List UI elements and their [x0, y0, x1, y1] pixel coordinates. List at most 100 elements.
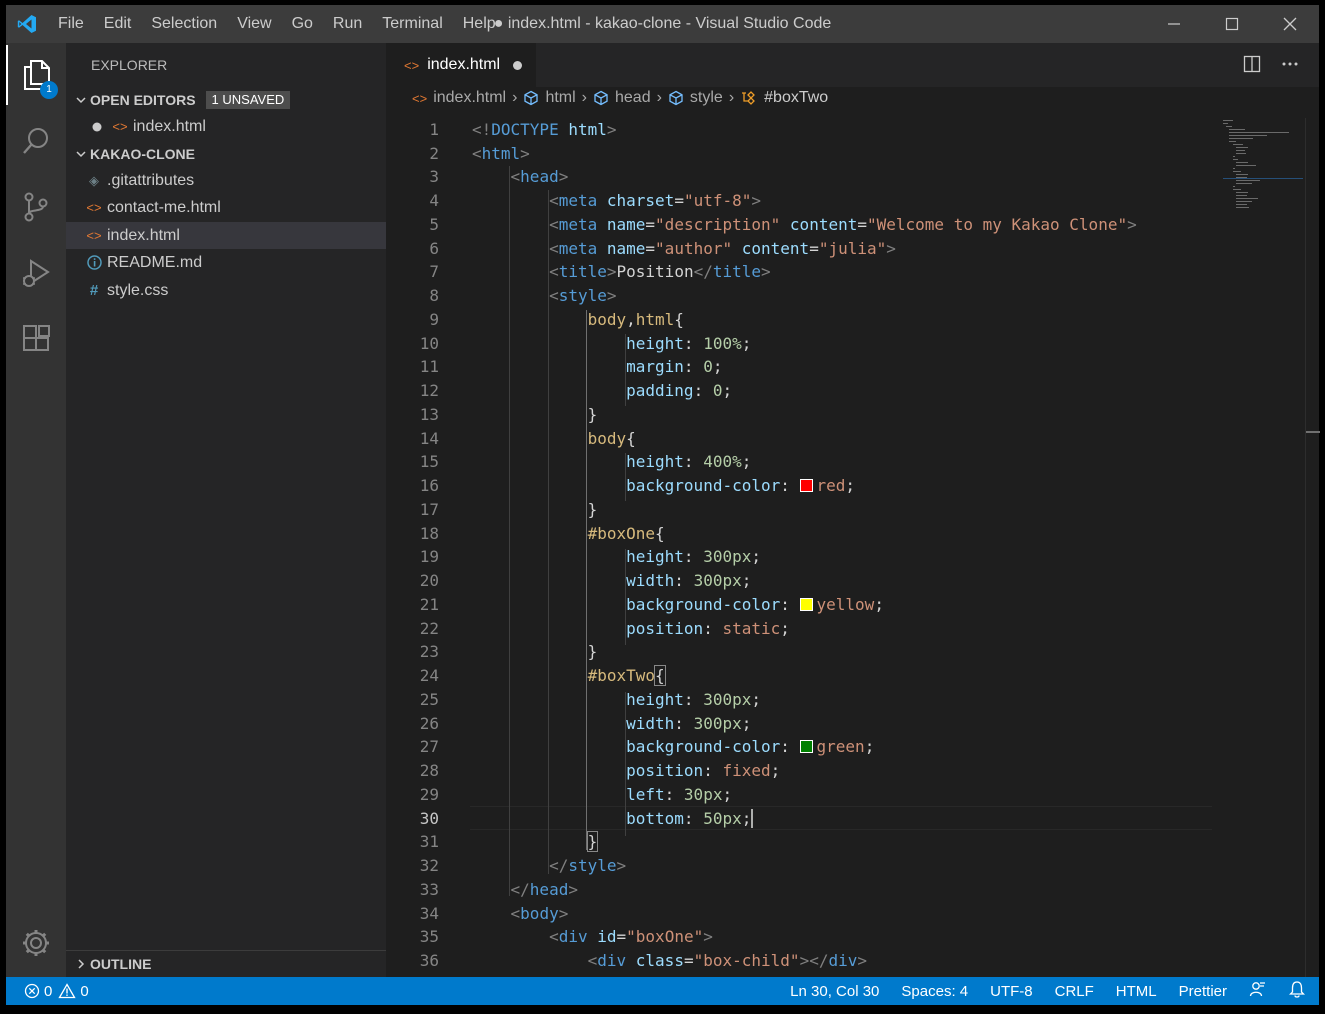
close-button[interactable] — [1261, 5, 1319, 43]
file-item[interactable]: <> contact-me.html — [66, 194, 386, 222]
breadcrumb-label: head — [615, 89, 651, 106]
file-item-selected[interactable]: <> index.html — [66, 221, 386, 249]
editor-area: <> index.html <> index.html › html › hea… — [386, 43, 1320, 978]
status-bar: 0 0 Ln 30, Col 30 Spaces: 4 UTF-8 CRLF H… — [6, 977, 1319, 1005]
menu-selection[interactable]: Selection — [141, 5, 227, 43]
color-swatch-red[interactable] — [799, 479, 813, 492]
line-number: 26 — [419, 714, 439, 733]
code-line: background-color: green; — [626, 737, 875, 756]
chevron-right-icon: › — [512, 89, 518, 106]
line-number: 12 — [419, 381, 439, 400]
code-line: } — [586, 831, 599, 852]
code-line: </head> — [510, 880, 578, 899]
cursor-position[interactable]: Ln 30, Col 30 — [790, 983, 879, 1000]
notifications-bell-icon[interactable] — [1288, 980, 1306, 1002]
menu-file[interactable]: File — [48, 5, 94, 43]
open-editors-header[interactable]: OPEN EDITORS 1 UNSAVED — [66, 87, 386, 113]
manage-activity[interactable] — [6, 913, 66, 973]
code-line: <meta name="author" content="julia"> — [549, 239, 896, 258]
more-actions-icon[interactable] — [1281, 55, 1299, 76]
code-line: <body> — [510, 904, 569, 923]
file-item[interactable]: # style.css — [66, 277, 386, 305]
line-number: 28 — [419, 761, 439, 780]
unsaved-dot-icon[interactable] — [513, 61, 522, 70]
feedback-icon[interactable] — [1249, 980, 1267, 1002]
indentation[interactable]: Spaces: 4 — [901, 983, 968, 1000]
extensions-icon — [23, 325, 50, 351]
run-debug-activity[interactable] — [6, 243, 66, 303]
encoding[interactable]: UTF-8 — [990, 983, 1033, 1000]
minimize-icon — [1168, 23, 1180, 25]
code-line: } — [472, 642, 598, 661]
line-number: 23 — [419, 642, 439, 661]
chevron-right-icon — [72, 958, 90, 970]
explorer-activity[interactable]: 1 — [6, 45, 66, 105]
tab-label: index.html — [427, 56, 501, 73]
code-line: position: fixed; — [626, 761, 781, 780]
line-number: 35 — [419, 927, 439, 946]
search-activity[interactable] — [6, 111, 66, 171]
color-swatch-yellow[interactable] — [799, 598, 813, 611]
code-line: background-color: yellow; — [626, 595, 884, 614]
breadcrumb-item[interactable]: <> index.html — [412, 89, 506, 107]
menu-help[interactable]: Help — [453, 5, 506, 43]
outline-header[interactable]: OUTLINE — [66, 951, 386, 977]
line-number: 9 — [429, 310, 439, 329]
extensions-activity[interactable] — [6, 309, 66, 369]
unsaved-dot-icon[interactable] — [92, 122, 104, 132]
menu-edit[interactable]: Edit — [94, 5, 142, 43]
project-header[interactable]: KAKAO-CLONE — [66, 141, 386, 167]
warning-count: 0 — [80, 982, 89, 1000]
open-editor-item[interactable]: <> index.html — [66, 113, 386, 141]
line-number: 22 — [419, 619, 439, 638]
file-item[interactable]: README.md — [66, 249, 386, 277]
breadcrumb-label: style — [689, 89, 723, 106]
breadcrumb-item[interactable]: html — [523, 89, 576, 107]
line-number: 4 — [429, 191, 439, 210]
scroll-position-marker — [1306, 431, 1320, 433]
code-line: </style> — [549, 856, 627, 875]
split-editor-icon[interactable] — [1243, 55, 1261, 76]
line-ending[interactable]: CRLF — [1055, 983, 1094, 1000]
code-editor[interactable]: 1 <!DOCTYPE html> 2 <html> 3 <head> 4 <met… — [386, 118, 1319, 978]
outline-section[interactable]: OUTLINE — [66, 950, 386, 977]
menu-view[interactable]: View — [227, 5, 281, 43]
error-count: 0 — [44, 982, 53, 1000]
problems-indicator[interactable]: 0 0 — [6, 983, 89, 1000]
vertical-scrollbar[interactable] — [1305, 118, 1320, 978]
search-icon — [23, 128, 48, 154]
line-number: 19 — [419, 547, 439, 566]
line-number: 33 — [419, 880, 439, 899]
outline-label: OUTLINE — [90, 956, 152, 972]
gear-icon — [23, 930, 49, 956]
close-icon — [1283, 17, 1297, 31]
tab-index-html[interactable]: <> index.html — [386, 43, 536, 87]
code-line: <div class="box-child"></div> — [587, 951, 868, 970]
language-mode[interactable]: HTML — [1116, 983, 1157, 1000]
maximize-button[interactable] — [1203, 5, 1261, 43]
vscode-logo-icon[interactable] — [6, 5, 48, 43]
menu-go[interactable]: Go — [282, 5, 323, 43]
breadcrumb-item[interactable]: style — [668, 89, 723, 107]
minimap[interactable] — [1223, 118, 1303, 218]
source-control-activity[interactable] — [6, 177, 66, 237]
minimize-button[interactable] — [1145, 5, 1203, 43]
explorer-badge: 1 — [40, 81, 58, 99]
menu-run[interactable]: Run — [323, 5, 372, 43]
color-swatch-green[interactable] — [799, 740, 813, 753]
sidebar-title: EXPLORER — [91, 57, 168, 73]
code-line: background-color: red; — [626, 476, 856, 495]
html-file-icon: <> — [86, 200, 102, 215]
run-debug-icon — [23, 259, 50, 287]
chevron-right-icon: › — [728, 89, 735, 106]
code-line: } — [472, 500, 598, 519]
open-editors-label: OPEN EDITORS — [90, 92, 196, 108]
file-item[interactable]: ◈ .gitattributes — [66, 167, 386, 195]
breadcrumb-item[interactable]: #boxTwo — [740, 89, 828, 107]
tab-bar: <> index.html — [386, 43, 1319, 87]
formatter[interactable]: Prettier — [1179, 983, 1227, 1000]
code-line: <!DOCTYPE html> — [472, 120, 617, 139]
menu-terminal[interactable]: Terminal — [372, 5, 452, 43]
code-line: position: static; — [626, 619, 790, 638]
breadcrumb-item[interactable]: head — [593, 89, 651, 107]
